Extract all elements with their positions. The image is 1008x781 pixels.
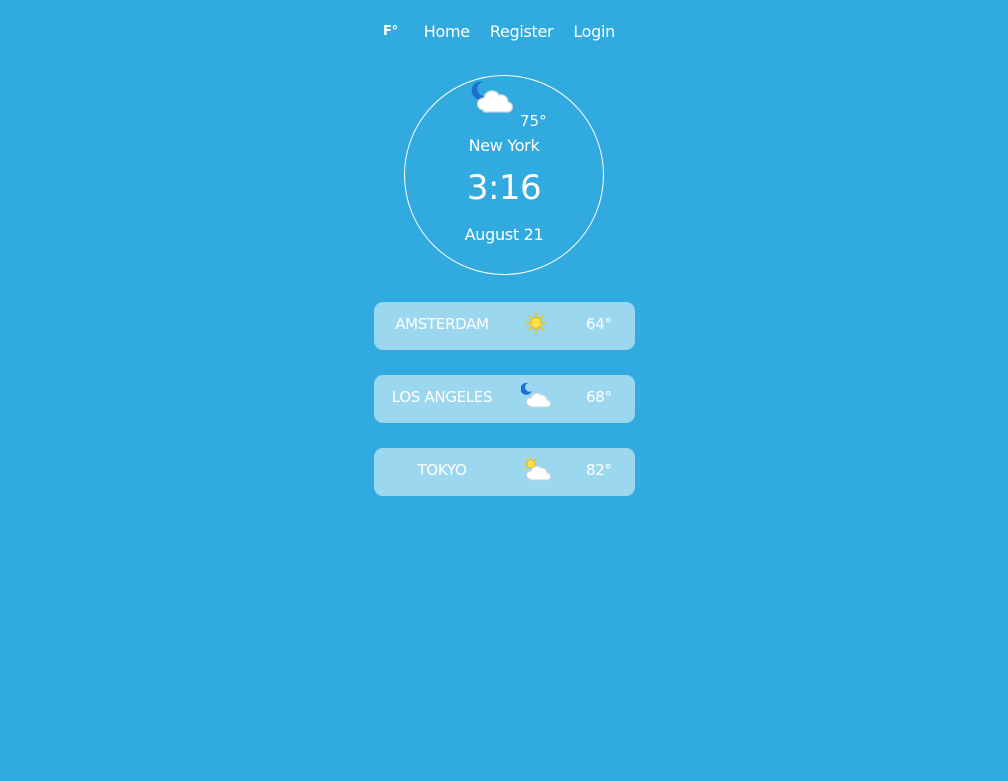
current-temperature: 75° [520,112,547,130]
city-name: TOKYO [417,461,467,479]
city-card-amsterdam[interactable]: AMSTERDAM 64° [374,302,635,350]
sun-cloud-icon [523,456,551,481]
current-city: New York [468,136,540,155]
city-temperature: 68° [586,388,612,406]
current-weather-clock: 75° New York 3:16 August 21 [404,75,604,275]
unit-toggle[interactable]: F° [383,24,398,39]
sun-icon [525,312,547,334]
city-card-tokyo[interactable]: TOKYO 82° [374,448,635,496]
nav-register-link[interactable]: Register [490,22,554,41]
city-card-los-angeles[interactable]: LOS ANGELES 68° [374,375,635,423]
city-temperature: 82° [586,461,612,479]
city-name: AMSTERDAM [395,315,489,333]
moon-cloud-icon [521,382,551,408]
nav-login-link[interactable]: Login [573,22,615,41]
nav-home-link[interactable]: Home [424,22,470,41]
city-temperature: 64° [586,315,612,333]
top-nav: F° Home Register Login [0,22,1008,41]
city-name: LOS ANGELES [391,388,493,406]
current-time: 3:16 [466,168,542,208]
current-date: August 21 [464,225,544,244]
moon-cloud-icon [471,81,514,113]
